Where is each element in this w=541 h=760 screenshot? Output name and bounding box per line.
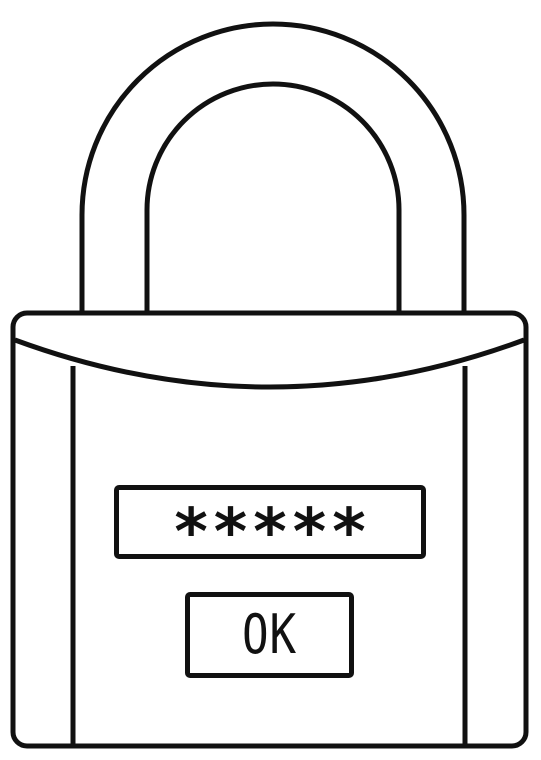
- ok-button-label: OK: [242, 603, 297, 666]
- password-mask: *****: [174, 496, 372, 570]
- padlock-illustration: ***** OK: [0, 0, 541, 760]
- shackle-inner-outline: [144, 81, 402, 313]
- ok-button[interactable]: OK: [185, 592, 354, 678]
- shackle-outer-outline: [79, 21, 467, 313]
- password-field[interactable]: *****: [114, 485, 426, 565]
